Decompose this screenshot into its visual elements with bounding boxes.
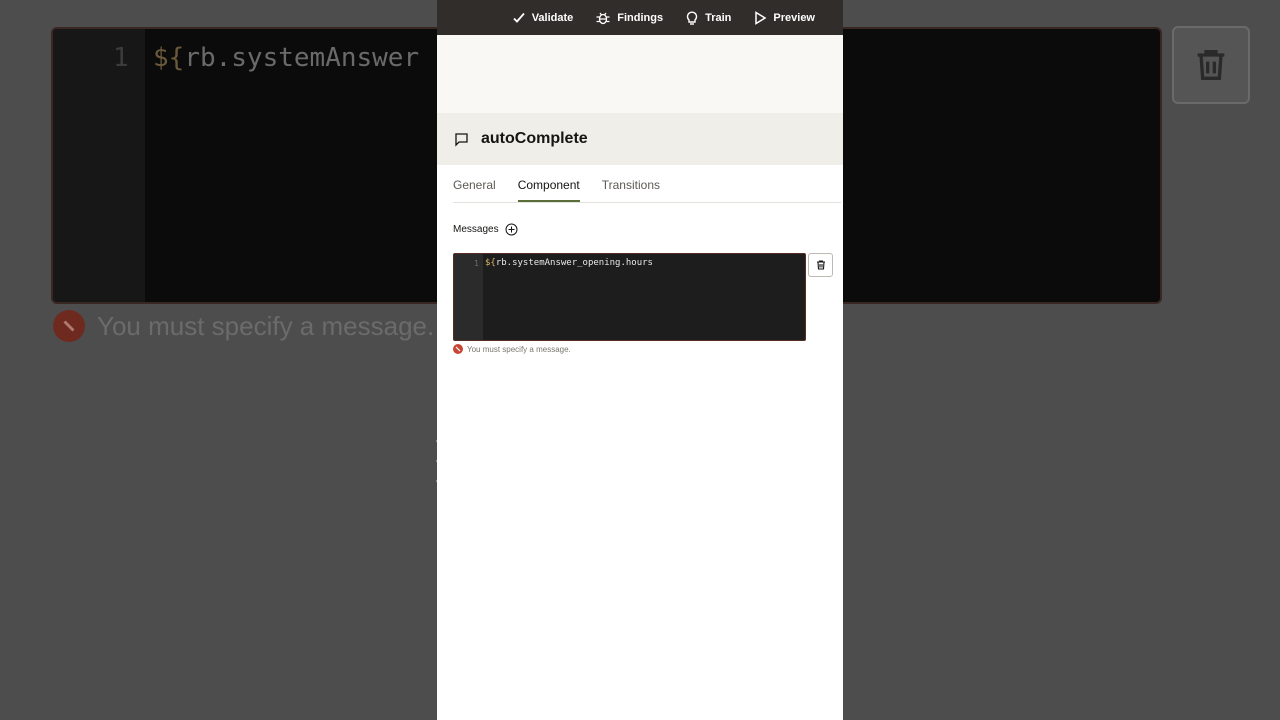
background-gutter bbox=[53, 29, 145, 302]
play-icon bbox=[755, 10, 767, 25]
error-icon bbox=[53, 310, 85, 342]
trash-icon bbox=[1197, 50, 1225, 80]
background-line-number: 1 bbox=[113, 43, 129, 73]
error-text: You must specify a message. bbox=[467, 344, 571, 354]
background-code-text: rb.systemAnswer bbox=[184, 43, 420, 73]
findings-button[interactable]: Findings bbox=[595, 10, 663, 26]
train-label: Train bbox=[705, 11, 732, 24]
editor-code-brace: ${ bbox=[485, 258, 496, 268]
lightbulb-icon bbox=[686, 11, 698, 25]
error-icon bbox=[453, 344, 463, 354]
editor-code-line: ${rb.systemAnswer_opening.hours bbox=[485, 258, 653, 268]
tab-general[interactable]: General bbox=[453, 178, 496, 202]
delete-message-button[interactable] bbox=[808, 253, 833, 277]
train-button[interactable]: Train bbox=[685, 10, 731, 26]
findings-label: Findings bbox=[617, 11, 664, 24]
validate-label: Validate bbox=[531, 11, 574, 24]
preview-label: Preview bbox=[773, 11, 815, 24]
state-header: autoComplete bbox=[437, 113, 843, 165]
chat-bubble-icon bbox=[455, 132, 468, 147]
messages-label: Messages bbox=[453, 224, 499, 235]
add-circle-icon[interactable] bbox=[505, 223, 518, 236]
tab-transitions[interactable]: Transitions bbox=[602, 178, 660, 202]
tab-bar: General Component Transitions bbox=[453, 165, 841, 203]
toolbar: Validate Findings Train Preview bbox=[437, 0, 843, 35]
preview-button[interactable]: Preview bbox=[753, 10, 815, 25]
background-code-brace: ${ bbox=[153, 43, 185, 73]
editor-code-text: rb.systemAnswer_opening.hours bbox=[495, 258, 653, 268]
message-editor-row: 1 ${rb.systemAnswer_opening.hours bbox=[453, 253, 843, 341]
messages-header: Messages bbox=[453, 223, 843, 236]
background-error: You must specify a message. bbox=[53, 310, 434, 342]
validate-button[interactable]: Validate bbox=[512, 11, 574, 25]
trash-icon bbox=[816, 260, 825, 270]
message-error: You must specify a message. bbox=[453, 344, 843, 354]
tab-component[interactable]: Component bbox=[517, 178, 580, 202]
skill-editor-panel: Validate Findings Train Preview autoComp… bbox=[437, 0, 843, 720]
background-error-text: You must specify a message. bbox=[97, 310, 435, 341]
state-title: autoComplete bbox=[481, 130, 588, 147]
check-icon bbox=[513, 12, 525, 23]
background-code: ${rb.systemAnswer bbox=[153, 43, 419, 73]
header-band bbox=[437, 35, 843, 113]
bug-icon bbox=[596, 12, 610, 24]
message-code-editor[interactable]: 1 ${rb.systemAnswer_opening.hours bbox=[453, 253, 806, 341]
background-trash-button bbox=[1172, 26, 1250, 104]
editor-line-number: 1 bbox=[474, 259, 479, 268]
